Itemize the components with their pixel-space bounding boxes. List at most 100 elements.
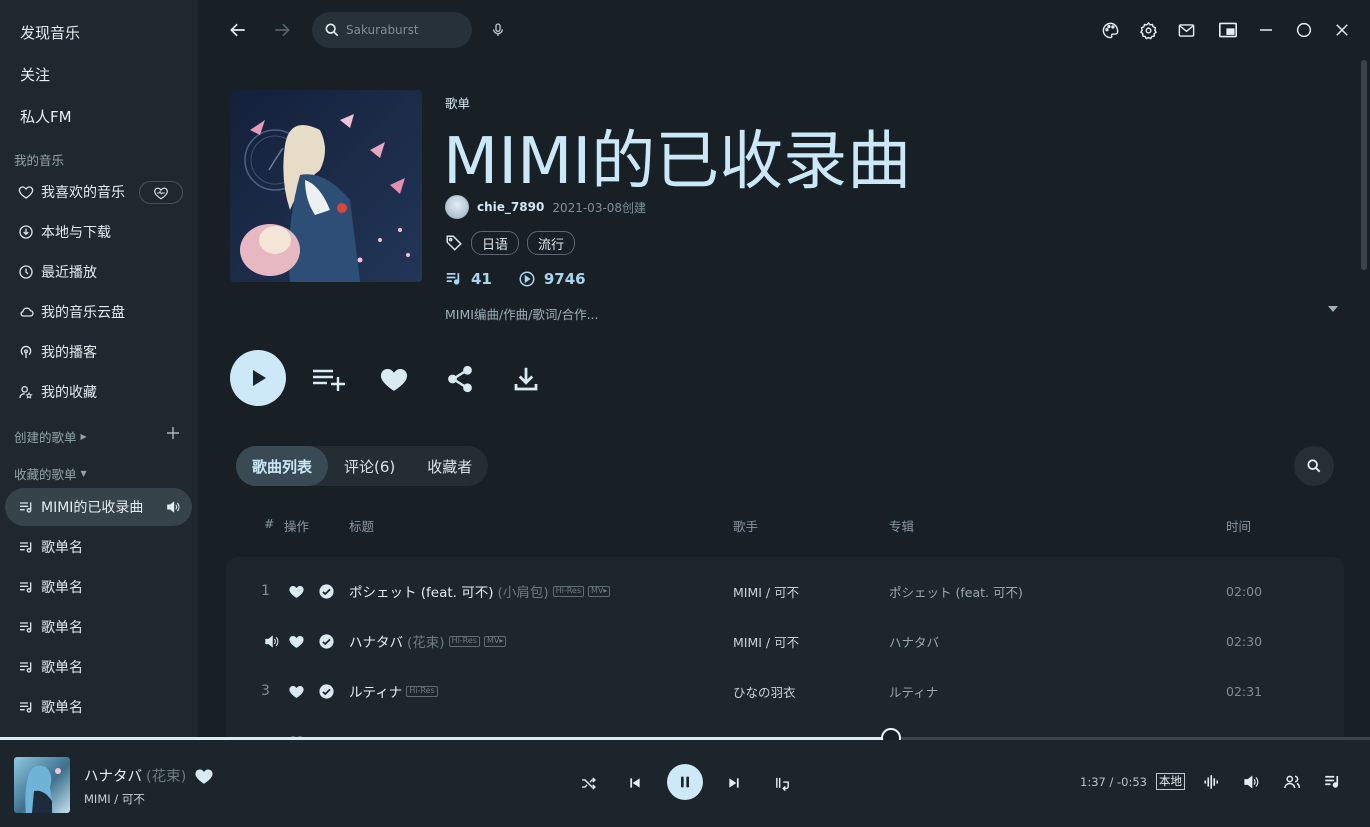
sidebar-item-podcast[interactable]: 我的播客 [5,333,192,371]
table-row[interactable]: 1 ポシェット (feat. 可不) (小肩包) Hi-Res MV▸ MIMI… [226,566,1344,616]
tab-songs[interactable]: 歌曲列表 [236,446,329,486]
like-track-button[interactable] [288,716,305,739]
track-table: 1 ポシェット (feat. 可不) (小肩包) Hi-Res MV▸ MIMI… [226,557,1344,739]
tag-pop[interactable]: 流行 [527,231,576,255]
heart-filled-icon [289,585,304,598]
playlist-description: MIMI编曲/作曲/歌词/合作... [445,307,599,322]
settings-button[interactable] [1136,18,1160,42]
sidebar-playlist[interactable]: 歌单名 [5,688,192,726]
now-playing-title[interactable]: ハナタバ [84,765,142,786]
tab-subscribers[interactable]: 收藏者 [411,446,488,486]
like-track-button[interactable] [288,566,305,616]
mini-player-button[interactable] [1216,18,1240,42]
now-playing-cover[interactable] [14,757,70,813]
shuffle-button[interactable] [575,770,601,796]
playlist-icon [1325,775,1339,788]
track-title[interactable]: ポシェット (feat. 可不) [349,581,494,601]
now-playing-artist[interactable]: MIMI / 可不 [84,791,145,807]
add-playlist-button[interactable] [166,426,180,440]
table-row-partial[interactable] [226,716,1344,739]
track-list-icon [445,271,463,287]
forward-button[interactable] [270,18,294,42]
nav-discover[interactable]: 发现音乐 [20,22,80,43]
messages-button[interactable] [1174,18,1198,42]
tag-japanese[interactable]: 日语 [471,231,520,255]
download-button[interactable] [509,362,543,396]
track-artist[interactable]: MIMI / 可不 [733,566,799,616]
search-input[interactable] [346,23,456,37]
voice-search-button[interactable] [486,18,510,42]
play-pause-button[interactable] [667,764,703,800]
track-album[interactable]: ポシェット (feat. 可不) [889,566,1023,616]
table-row[interactable]: ハナタバ (花束) Hi-Res MV▸ MIMI / 可不 ハナタバ 02:3… [226,616,1344,666]
track-artist[interactable]: ひなの羽衣 [733,666,796,716]
mv-badge[interactable]: MV▸ [483,635,507,647]
nav-personal-fm[interactable]: 私人FM [20,106,72,127]
avatar[interactable] [445,195,469,219]
track-title[interactable]: ルティナ [349,681,402,701]
queue-button[interactable] [1321,771,1343,793]
track-album[interactable]: ハナタバ [889,616,939,666]
heart-filled-icon [195,768,213,784]
sidebar-playlist[interactable]: 歌单名 [5,648,192,686]
favorite-button[interactable] [377,362,411,396]
sidebar-item-label: MIMI的已收录曲 [41,500,144,516]
heartbeat-mode-button[interactable] [139,181,183,204]
tab-comments[interactable]: 评论(6) [328,446,411,486]
audio-effects-button[interactable] [1201,771,1223,793]
sidebar-item-local-download[interactable]: 本地与下载 [5,213,192,251]
my-music-title: 我的音乐 [14,153,65,168]
sidebar-playlist[interactable]: 歌单名 [5,608,192,646]
close-button[interactable] [1330,18,1354,42]
listen-together-button[interactable] [1281,771,1303,793]
track-title[interactable]: ハナタバ [349,631,403,651]
next-button[interactable] [721,770,747,796]
track-artist[interactable]: MIMI / 可不 [733,616,799,666]
play-all-button[interactable] [230,350,286,406]
sidebar-item-label: 歌单名 [41,700,83,716]
like-now-playing-button[interactable] [194,767,214,785]
sidebar-playlist[interactable]: 歌单名 [5,528,192,566]
downloaded-indicator [318,616,335,666]
back-button[interactable] [226,18,250,42]
track-album[interactable]: ルティナ [889,666,938,716]
mv-badge[interactable]: MV▸ [588,585,611,597]
sidebar-playlist-active[interactable]: MIMI的已收录曲 [5,488,192,526]
maximize-button[interactable] [1292,18,1316,42]
track-duration: 02:31 [1226,683,1263,699]
like-track-button[interactable] [288,616,305,666]
table-search-button[interactable] [1294,446,1334,486]
created-playlists-title[interactable]: 创建的歌单 ▶ [14,427,87,446]
sidebar-item-recent[interactable]: 最近播放 [5,253,192,291]
column-artist[interactable]: 歌手 [733,516,758,535]
theme-button[interactable] [1098,18,1122,42]
column-title[interactable]: 标题 [349,516,374,535]
creator-name[interactable]: chie_7890 [477,200,544,214]
column-duration[interactable]: 时间 [1226,516,1251,535]
waveform-icon [1204,775,1219,789]
palette-icon [1102,22,1118,38]
hi-res-badge: Hi-Res [406,685,438,697]
column-album[interactable]: 专辑 [889,516,914,535]
sidebar-item-collection[interactable]: 我的收藏 [5,373,192,411]
sidebar-playlist[interactable]: 歌单名 [5,568,192,606]
play-mode-button[interactable] [769,770,795,796]
search-icon [1307,459,1321,473]
like-track-button[interactable] [288,666,305,716]
playlist-stats: 41 9746 [445,270,586,288]
collected-playlists-title[interactable]: 收藏的歌单 ▼ [14,464,87,483]
main-scrollbar[interactable] [1361,60,1367,270]
nav-follow[interactable]: 关注 [20,64,50,85]
volume-icon [1244,775,1259,789]
expand-description-button[interactable] [1326,303,1340,315]
previous-button[interactable] [622,770,648,796]
minimize-button[interactable] [1254,18,1278,42]
sidebar-item-cloud[interactable]: 我的音乐云盘 [5,293,192,331]
volume-button[interactable] [1240,771,1262,793]
sidebar-item-label: 我喜欢的音乐 [41,185,125,201]
search-box[interactable] [312,12,472,48]
sidebar-item-label: 我的音乐云盘 [41,305,125,321]
share-button[interactable] [443,362,477,396]
table-row[interactable]: 3 ルティナ Hi-Res ひなの羽衣 ルティナ 02:31 [226,666,1344,716]
add-to-queue-button[interactable] [311,362,345,396]
